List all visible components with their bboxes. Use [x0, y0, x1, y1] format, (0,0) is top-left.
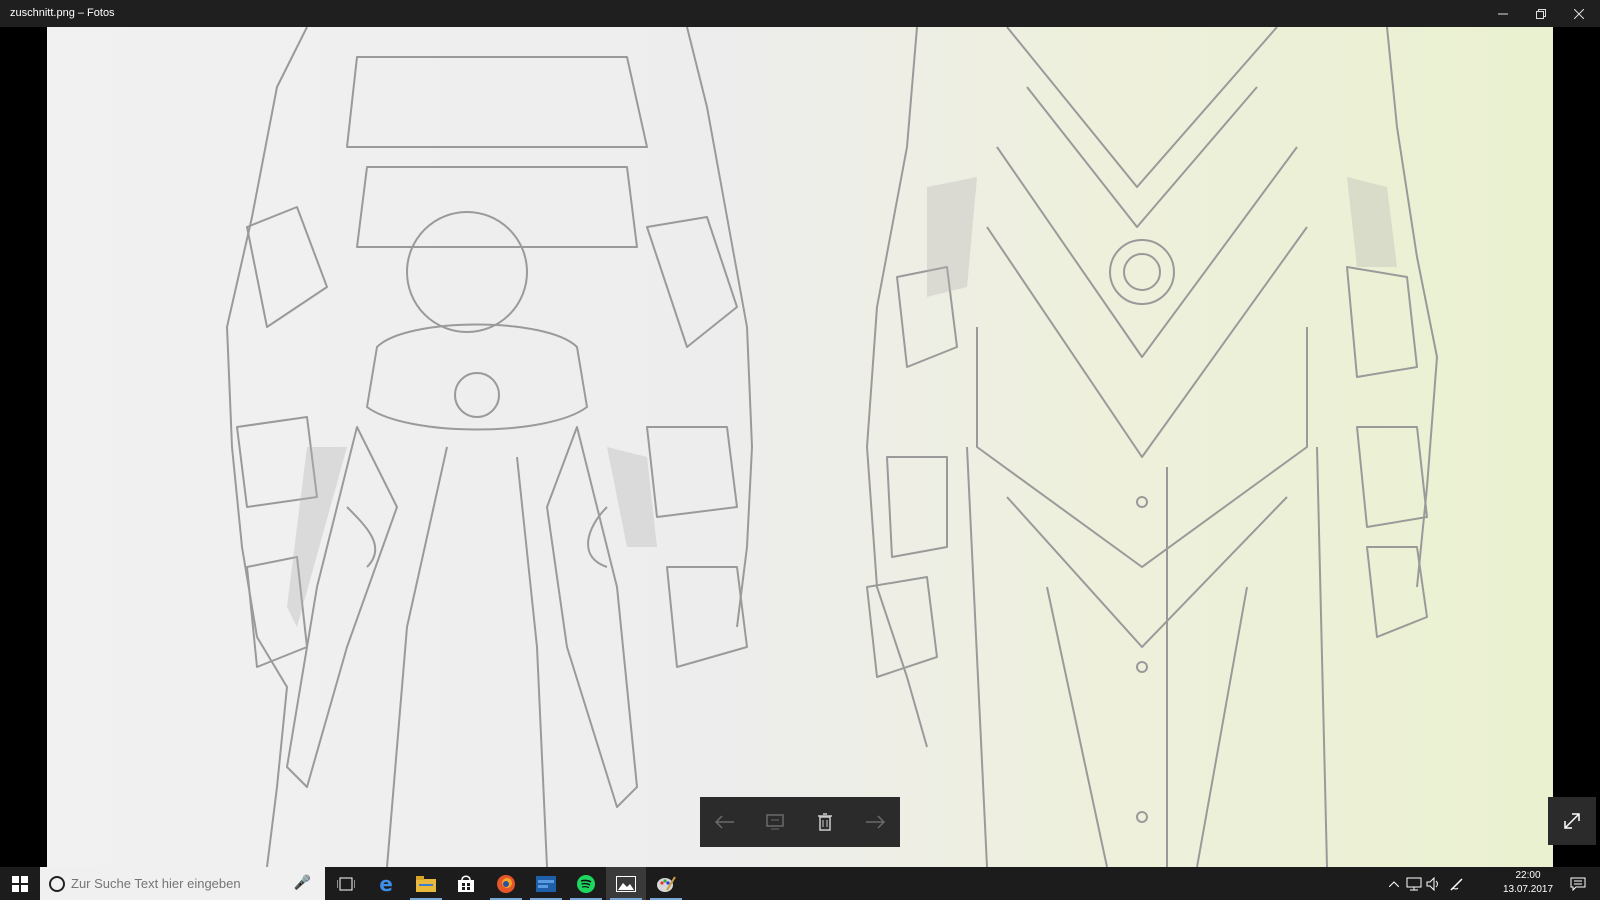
- firefox-button[interactable]: [486, 867, 526, 900]
- start-icon: [12, 875, 28, 892]
- search-box[interactable]: 🎤: [40, 867, 325, 900]
- action-center-button[interactable]: [1562, 867, 1594, 900]
- store-button[interactable]: [446, 867, 486, 900]
- start-button[interactable]: [0, 867, 40, 900]
- edge-icon: e: [379, 871, 393, 896]
- file-explorer-button[interactable]: [406, 867, 446, 900]
- edge-button[interactable]: e: [366, 867, 406, 900]
- photo-viewer[interactable]: [0, 27, 1600, 867]
- restore-icon: [1536, 8, 1546, 19]
- previous-button[interactable]: [705, 802, 745, 842]
- next-button[interactable]: [855, 802, 895, 842]
- close-icon: [1574, 8, 1584, 19]
- expand-icon: [1564, 813, 1580, 829]
- photo-image[interactable]: [47, 27, 1553, 867]
- file-explorer-icon: [416, 875, 436, 892]
- title-bar: zuschnitt.png – Fotos: [0, 0, 1600, 27]
- chevron-up-icon: [1389, 880, 1399, 887]
- minimize-icon: [1498, 13, 1508, 14]
- clock[interactable]: 22:00 13.07.2017: [1500, 869, 1556, 897]
- paint-icon: [657, 875, 676, 892]
- delete-button[interactable]: [805, 802, 845, 842]
- search-input[interactable]: [71, 876, 301, 891]
- pen-workspace-button[interactable]: [1446, 867, 1468, 900]
- pencil-sketch-drawing: [226, 27, 1438, 867]
- firefox-icon: [497, 874, 515, 893]
- app-button[interactable]: [526, 867, 566, 900]
- window-title: zuschnitt.png – Fotos: [10, 7, 115, 19]
- spotify-button[interactable]: [566, 867, 606, 900]
- task-view-button[interactable]: [326, 867, 366, 900]
- volume-icon: [1426, 876, 1438, 891]
- arrow-right-icon: [866, 815, 885, 829]
- photo-toolbar: [700, 797, 900, 847]
- network-icon: [1406, 877, 1422, 890]
- slideshow-button[interactable]: [755, 802, 795, 842]
- app-icon: [536, 875, 556, 892]
- trash-icon: [818, 813, 832, 831]
- close-button[interactable]: [1560, 0, 1598, 27]
- minimize-button[interactable]: [1484, 0, 1522, 27]
- pen-icon: [1450, 877, 1463, 891]
- store-icon: [458, 875, 474, 892]
- microphone-icon[interactable]: 🎤: [294, 875, 311, 891]
- slideshow-icon: [766, 814, 784, 830]
- clock-time: 22:00: [1515, 870, 1541, 881]
- arrow-left-icon: [715, 815, 734, 829]
- spotify-icon: [577, 874, 595, 893]
- task-view-icon: [337, 877, 355, 890]
- network-button[interactable]: [1404, 867, 1424, 900]
- photos-button[interactable]: [606, 867, 646, 900]
- taskbar: 🎤 e 22:00 13.07.2017: [0, 867, 1600, 900]
- restore-button[interactable]: [1522, 0, 1560, 27]
- show-hidden-icons-button[interactable]: [1384, 867, 1404, 900]
- paint-button[interactable]: [646, 867, 686, 900]
- photos-icon: [616, 875, 636, 892]
- notification-icon: [1570, 877, 1586, 891]
- clock-date: 13.07.2017: [1502, 884, 1554, 895]
- cortana-icon: [49, 875, 65, 892]
- volume-button[interactable]: [1424, 867, 1444, 900]
- full-screen-button[interactable]: [1548, 797, 1596, 845]
